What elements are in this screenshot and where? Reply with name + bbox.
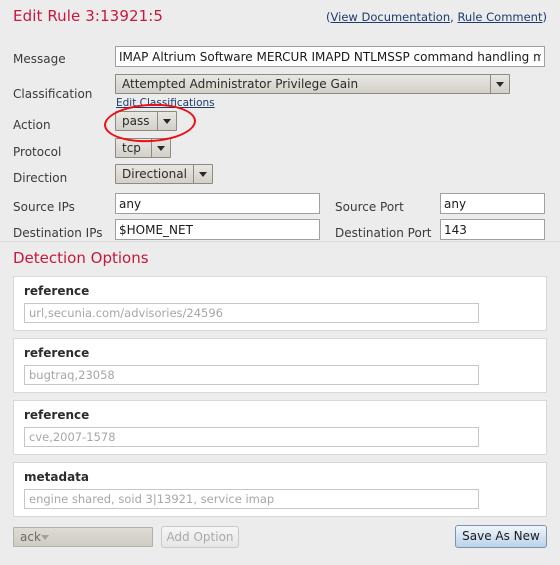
detection-option-input[interactable] [24,365,479,385]
source-port-label: Source Port [335,200,404,214]
message-input[interactable] [115,46,545,67]
save-as-new-button[interactable]: Save As New [455,525,547,548]
direction-label: Direction [13,171,68,185]
classification-select-value: Attempted Administrator Privilege Gain [122,77,359,91]
chevron-down-icon [152,139,170,157]
add-option-button[interactable]: Add Option [161,526,239,548]
page-header: Edit Rule 3:13921:5 (View Documentation,… [0,0,560,32]
detection-option-panel: reference [13,338,547,393]
classification-label: Classification [13,87,93,101]
detection-option-title: reference [24,346,90,360]
action-select-value: pass [122,114,150,128]
direction-select[interactable]: Directional [115,164,213,184]
message-label: Message [13,52,66,66]
header-links: (View Documentation, Rule Comment) [326,10,547,24]
source-ips-label: Source IPs [13,200,75,214]
view-documentation-link[interactable]: View Documentation [331,10,451,24]
destination-ips-input[interactable] [115,219,320,240]
source-ips-input[interactable] [115,193,320,214]
destination-port-label: Destination Port [335,226,432,240]
page-title: Edit Rule 3:13921:5 [13,7,164,25]
section-divider [0,241,560,242]
chevron-down-icon [40,534,49,540]
detection-option-input[interactable] [24,427,479,447]
detection-option-input[interactable] [24,489,479,509]
detection-option-title: reference [24,408,90,422]
classification-select[interactable]: Attempted Administrator Privilege Gain [115,74,510,94]
source-port-input[interactable] [440,193,545,214]
add-option-select-value: ack [20,530,41,544]
detection-option-title: metadata [24,470,89,484]
chevron-down-icon [491,75,509,93]
action-select[interactable]: pass [115,111,177,131]
close-paren: ) [542,10,548,24]
destination-ips-label: Destination IPs [13,226,103,240]
direction-select-value: Directional [122,167,187,181]
destination-port-input[interactable] [440,219,545,240]
action-label: Action [13,118,51,132]
chevron-down-icon [158,112,176,130]
protocol-label: Protocol [13,145,62,159]
detection-option-panel: reference [13,276,547,331]
detection-option-panel: reference [13,400,547,455]
edit-classifications-link[interactable]: Edit Classifications [116,97,215,109]
protocol-select[interactable]: tcp [115,138,171,158]
protocol-select-value: tcp [122,141,141,155]
detection-option-input[interactable] [24,303,479,323]
add-option-select[interactable]: ack [13,527,153,547]
detection-option-panel: metadata [13,462,547,517]
rule-comment-link[interactable]: Rule Comment [457,10,542,24]
detection-option-title: reference [24,284,90,298]
detection-options-title: Detection Options [13,249,149,267]
chevron-down-icon [194,165,212,183]
